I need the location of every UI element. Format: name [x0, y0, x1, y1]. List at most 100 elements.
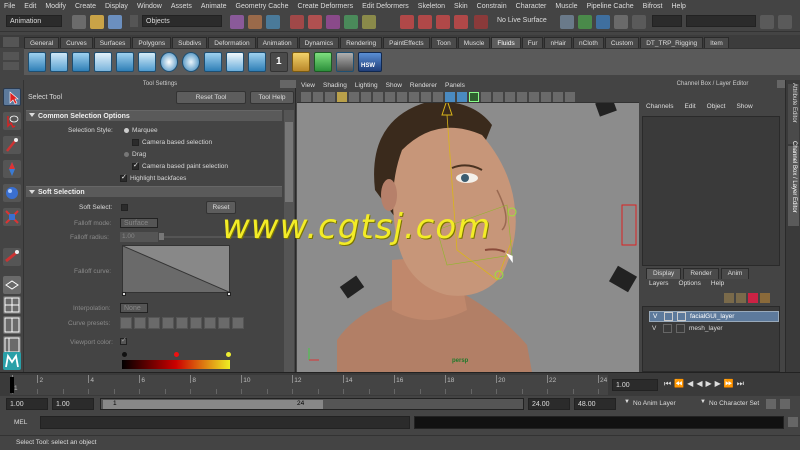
highlight-backfaces-checkbox[interactable]: ✓ [120, 174, 127, 182]
open-scene-icon[interactable] [90, 15, 104, 29]
layer-visibility[interactable]: V [653, 313, 657, 320]
render-icon[interactable] [578, 15, 592, 29]
go-to-start-icon[interactable]: ⏮ [664, 379, 671, 391]
menu-animate[interactable]: Animate [197, 3, 232, 10]
falloff-mode-dropdown[interactable]: Surface [120, 218, 158, 228]
step-back-key-icon[interactable]: ⏪ [674, 379, 684, 391]
menu-window[interactable]: Window [133, 3, 167, 10]
curve-preset-icon[interactable] [120, 317, 132, 329]
camera-based-selection-checkbox[interactable] [132, 139, 139, 146]
move-layer-up-icon[interactable] [724, 293, 734, 303]
lights-icon[interactable] [493, 92, 503, 102]
menu-edit-deformers[interactable]: Edit Deformers [358, 3, 414, 10]
menu-create[interactable]: Create [71, 3, 101, 10]
textured-icon[interactable] [481, 92, 491, 102]
fluid-make-collide-icon[interactable] [160, 52, 178, 72]
end-time-field[interactable]: 48.00 [574, 398, 616, 410]
fluid-script-icon[interactable] [314, 52, 332, 72]
channel-list[interactable] [642, 116, 780, 266]
shelf-tab-animation[interactable]: Animation [256, 37, 298, 48]
fluid-content-icon[interactable] [94, 52, 112, 72]
safe-action-icon[interactable] [409, 92, 419, 102]
shelf-tab-rendering[interactable]: Rendering [340, 37, 383, 48]
script-editor-icon[interactable] [788, 417, 798, 427]
play-backward-icon[interactable]: ◀ [696, 379, 702, 391]
anim-layer-arrow-icon[interactable]: ▼ [624, 399, 632, 409]
mask-icon[interactable] [362, 15, 376, 29]
menu-create-deformers[interactable]: Create Deformers [293, 3, 358, 10]
shelf-tab-dynamics[interactable]: Dynamics [298, 37, 340, 48]
move-tool-icon[interactable] [3, 160, 21, 178]
save-scene-icon[interactable] [108, 15, 122, 29]
xray-icon[interactable] [469, 92, 479, 102]
channel-menu-object[interactable]: Object [701, 103, 731, 114]
falloff-radius-field[interactable]: 1.00 [120, 232, 158, 242]
float-icon[interactable] [777, 80, 785, 88]
new-scene-icon[interactable] [72, 15, 86, 29]
field-chart-icon[interactable] [397, 92, 407, 102]
paint-select-tool-icon[interactable] [3, 136, 21, 154]
show-channel-box-icon[interactable] [778, 15, 792, 29]
layer-menu-options[interactable]: Options [674, 280, 706, 291]
wireframe-on-shaded-icon[interactable] [457, 92, 467, 102]
xray-joints-icon[interactable] [553, 92, 563, 102]
select-object-icon[interactable] [248, 15, 262, 29]
shelf-tab-nhair[interactable]: nHair [544, 37, 573, 48]
magnet-icon[interactable] [474, 15, 488, 29]
mel-label[interactable]: MEL [14, 419, 27, 426]
layer-template-toggle[interactable] [664, 312, 673, 321]
menu-edit[interactable]: Edit [20, 3, 41, 10]
ipr-render-icon[interactable] [596, 15, 610, 29]
menu-muscle[interactable]: Muscle [551, 3, 582, 10]
select-tool-icon[interactable] [3, 88, 21, 106]
menu-help[interactable]: Help [668, 3, 691, 10]
menu-pipeline-cache[interactable]: Pipeline Cache [583, 3, 639, 10]
shelf-tab-ncloth[interactable]: nCloth [573, 37, 604, 48]
playback-start-field[interactable]: 1.00 [52, 398, 94, 410]
fluid-tool-icon[interactable] [336, 52, 354, 72]
layer-color-swatch[interactable] [676, 324, 685, 333]
mask-icon[interactable] [308, 15, 322, 29]
timeline-ticks[interactable]: 1 2 4 6 8 10 12 14 16 18 20 22 24 [10, 375, 608, 395]
shelf-tab-general[interactable]: General [24, 37, 60, 48]
render-settings-icon[interactable] [614, 15, 628, 29]
float-icon[interactable] [280, 80, 288, 88]
close-icon[interactable] [288, 80, 296, 88]
shelf-tab-curves[interactable]: Curves [60, 37, 93, 48]
character-set-label[interactable]: No Character Set [709, 400, 759, 407]
play-forward-icon[interactable]: ▶ [705, 379, 711, 391]
curve-preset-icon[interactable] [218, 317, 230, 329]
curve-preset-icon[interactable] [162, 317, 174, 329]
channel-menu-show[interactable]: Show [730, 103, 757, 114]
auto-key-icon[interactable] [766, 399, 776, 409]
viewport-menu-view[interactable]: View [297, 82, 319, 89]
layer-tab-display[interactable]: Display [646, 268, 682, 279]
viewport-color-ramp[interactable] [122, 360, 230, 369]
menu-character[interactable]: Character [512, 3, 552, 10]
collapse-arrow-icon[interactable] [29, 113, 35, 117]
channel-menu-channels[interactable]: Channels [640, 103, 678, 114]
mode-dropdown[interactable]: Animation [6, 15, 62, 27]
layer-row[interactable]: V mesh_layer [649, 324, 779, 335]
curve-preset-icon[interactable] [176, 317, 188, 329]
viewport-menu-lighting[interactable]: Lighting [351, 82, 382, 89]
new-layer-icon[interactable] [748, 293, 758, 303]
menu-geometry-cache[interactable]: Geometry Cache [232, 3, 294, 10]
layer-template-toggle[interactable] [663, 324, 672, 333]
shelf-tab-toon[interactable]: Toon [430, 37, 457, 48]
aa-icon[interactable] [529, 92, 539, 102]
ao-icon[interactable] [517, 92, 527, 102]
curve-preset-icon[interactable] [134, 317, 146, 329]
shelf-tab-subdivs[interactable]: Subdivs [172, 37, 208, 48]
start-time-field[interactable]: 1.00 [6, 398, 48, 410]
shelf-tab-dt-trp-rigging[interactable]: DT_TRP_Rigging [640, 37, 704, 48]
layout-two-icon[interactable] [3, 316, 21, 334]
viewport-color-checkbox[interactable]: ✓ [120, 337, 127, 345]
rotate-tool-icon[interactable] [3, 184, 21, 202]
wireframe-icon[interactable] [433, 92, 443, 102]
viewport-menu-renderer[interactable]: Renderer [406, 82, 441, 89]
scale-tool-icon[interactable] [3, 208, 21, 226]
grid-icon[interactable] [349, 92, 359, 102]
bookmark-icon[interactable] [325, 92, 335, 102]
camera-select-icon[interactable] [301, 92, 311, 102]
